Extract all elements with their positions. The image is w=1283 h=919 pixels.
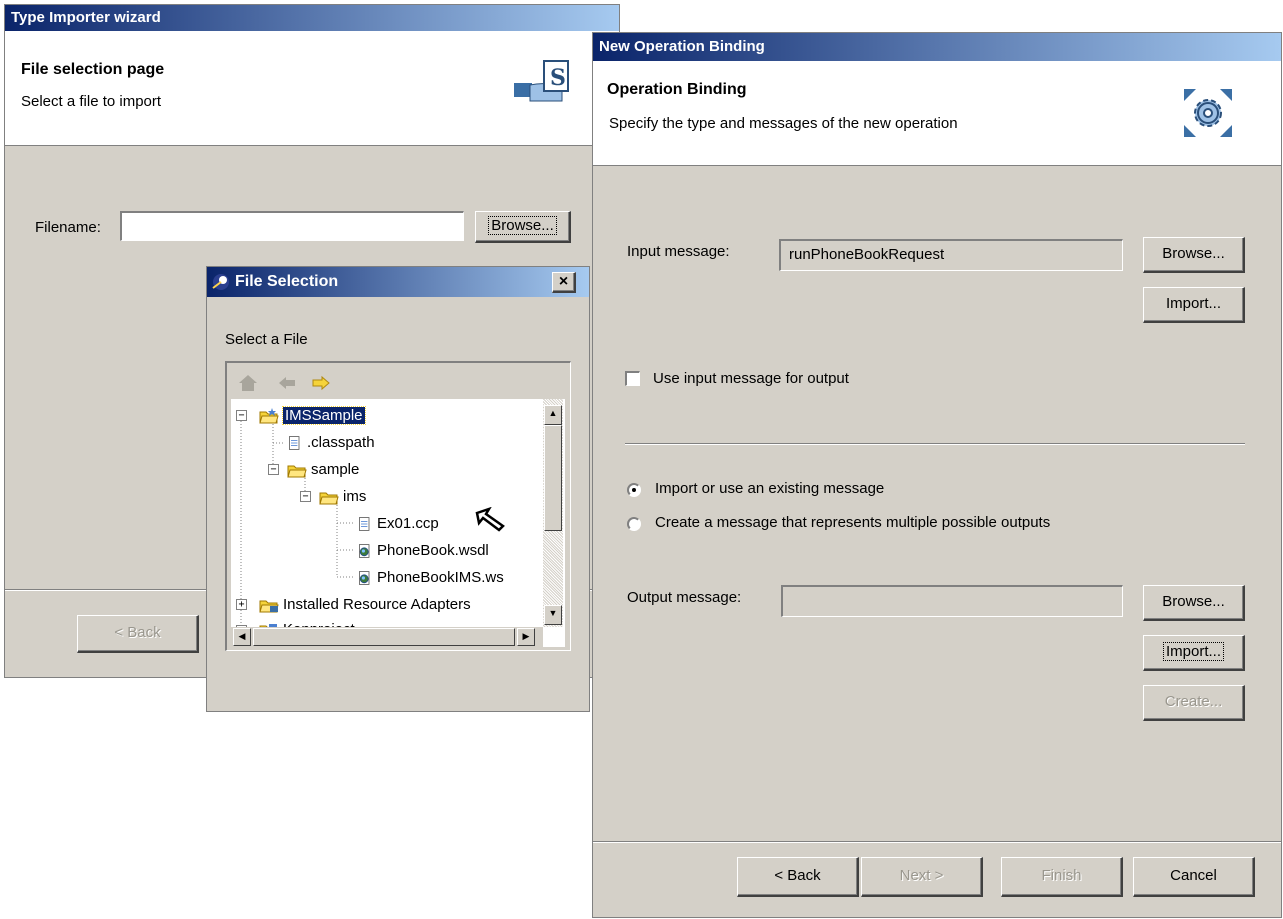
select-file-label: Select a File <box>225 331 308 348</box>
use-input-checkbox[interactable] <box>625 371 640 386</box>
file-icon <box>289 436 300 450</box>
home-icon[interactable] <box>237 373 259 393</box>
wsdl-icon <box>359 571 370 585</box>
import-wizard-icon: S <box>514 60 569 102</box>
file-selection-window: File Selection × Select a File − IMSSamp… <box>206 266 590 712</box>
filename-browse-button[interactable]: Browse... <box>475 211 571 243</box>
tree-item-sample[interactable]: sample <box>287 459 359 481</box>
gear-icon <box>1184 89 1232 137</box>
project-folder-icon <box>259 408 279 424</box>
tree-label-phonebook-wsdl: PhoneBook.wsdl <box>377 542 489 559</box>
operation-binding-title: New Operation Binding <box>599 38 765 55</box>
tree-horizontal-scrollbar[interactable]: ◀ ▶ <box>231 627 543 647</box>
close-icon: × <box>558 273 569 290</box>
vertical-scroll-thumb[interactable] <box>544 425 562 531</box>
type-importer-title: Type Importer wizard <box>11 9 161 26</box>
tree-label-imssample: IMSSample <box>282 406 366 425</box>
radio-create-message[interactable] <box>627 517 641 531</box>
operation-binding-titlebar[interactable]: New Operation Binding <box>593 33 1281 61</box>
output-browse-button[interactable]: Browse... <box>1143 585 1245 621</box>
finish-button[interactable]: Finish <box>1001 857 1123 897</box>
file-tree[interactable]: − IMSSample .classpath − sample − ims Ex… <box>225 361 571 651</box>
file-selection-titlebar[interactable]: File Selection <box>207 267 589 297</box>
output-import-button[interactable]: Import... <box>1143 635 1245 671</box>
file-selection-title: File Selection <box>235 273 339 290</box>
tree-item-resource-adapters[interactable]: Installed Resource Adapters <box>259 594 471 616</box>
operation-section-separator <box>625 443 1245 445</box>
filename-label: Filename: <box>35 219 101 236</box>
operation-binding-banner: Operation Binding Specify the type and m… <box>593 61 1281 166</box>
page-description: Select a file to import <box>21 93 162 110</box>
input-message-field[interactable]: runPhoneBookRequest <box>779 239 1123 271</box>
tree-item-phonebookims[interactable]: PhoneBookIMS.ws <box>357 567 504 589</box>
operation-binding-window: New Operation Binding Operation Binding … <box>592 32 1282 918</box>
tree-vertical-scrollbar[interactable]: ▲ ▼ <box>543 399 563 627</box>
tree-label-ims: ims <box>343 488 367 505</box>
forward-arrow-icon[interactable] <box>311 375 331 391</box>
input-browse-button[interactable]: Browse... <box>1143 237 1245 273</box>
svg-text:S: S <box>550 65 566 91</box>
file-icon <box>359 517 370 531</box>
type-importer-back-button[interactable]: < Back <box>77 615 199 653</box>
scroll-left-icon[interactable]: ◀ <box>233 628 251 646</box>
scroll-right-icon[interactable]: ▶ <box>517 628 535 646</box>
tree-label-resource-adapters: Installed Resource Adapters <box>283 596 471 613</box>
tree-item-imssample[interactable]: IMSSample <box>259 405 366 427</box>
eclipse-app-icon <box>212 274 229 290</box>
radio-import-existing-label: Import or use an existing message <box>655 480 885 497</box>
scroll-down-icon[interactable]: ▼ <box>544 605 562 625</box>
page-title: File selection page <box>21 61 165 78</box>
tree-expander-ims[interactable]: − <box>300 491 311 502</box>
folder-icon <box>287 465 307 478</box>
type-importer-titlebar[interactable]: Type Importer wizard <box>5 5 619 31</box>
radio-import-existing[interactable] <box>627 483 641 497</box>
tree-label-phonebookims: PhoneBookIMS.ws <box>377 569 504 586</box>
footer-separator <box>593 841 1281 843</box>
folder-icon <box>259 600 279 613</box>
page-title: Operation Binding <box>607 81 747 98</box>
tree-expander-sample[interactable]: − <box>268 464 279 475</box>
output-message-field[interactable] <box>781 585 1123 617</box>
use-input-label: Use input message for output <box>653 370 849 387</box>
back-arrow-icon[interactable] <box>277 375 297 391</box>
input-import-button[interactable]: Import... <box>1143 287 1245 323</box>
back-button[interactable]: < Back <box>737 857 859 897</box>
scroll-up-icon[interactable]: ▲ <box>544 405 562 425</box>
page-description: Specify the type and messages of the new… <box>609 115 958 132</box>
tree-item-ims[interactable]: ims <box>319 486 366 508</box>
tree-expander-resource-adapters[interactable]: + <box>236 599 247 610</box>
tree-label-classpath: .classpath <box>307 434 375 451</box>
next-button[interactable]: Next > <box>861 857 983 897</box>
folder-icon <box>319 492 339 505</box>
output-message-label: Output message: <box>627 589 742 606</box>
input-message-label: Input message: <box>627 243 730 260</box>
horizontal-scroll-thumb[interactable] <box>253 628 515 646</box>
mouse-cursor-icon <box>475 507 505 532</box>
close-button[interactable]: × <box>552 272 576 293</box>
tree-viewport: − IMSSample .classpath − sample − ims Ex… <box>231 399 565 647</box>
tree-item-phonebook-wsdl[interactable]: PhoneBook.wsdl <box>357 540 489 562</box>
cancel-button[interactable]: Cancel <box>1133 857 1255 897</box>
tree-label-sample: sample <box>311 461 360 478</box>
tree-expander-imssample[interactable]: − <box>236 410 247 421</box>
filename-field[interactable] <box>120 211 464 241</box>
tree-item-ex01[interactable]: Ex01.ccp <box>357 513 439 535</box>
tree-label-ex01: Ex01.ccp <box>377 515 439 532</box>
type-importer-banner: File selection page Select a file to imp… <box>5 31 619 146</box>
wsdl-icon <box>359 544 370 558</box>
create-button[interactable]: Create... <box>1143 685 1245 721</box>
tree-item-classpath[interactable]: .classpath <box>287 432 375 454</box>
radio-create-message-label: Create a message that represents multipl… <box>655 514 1051 531</box>
